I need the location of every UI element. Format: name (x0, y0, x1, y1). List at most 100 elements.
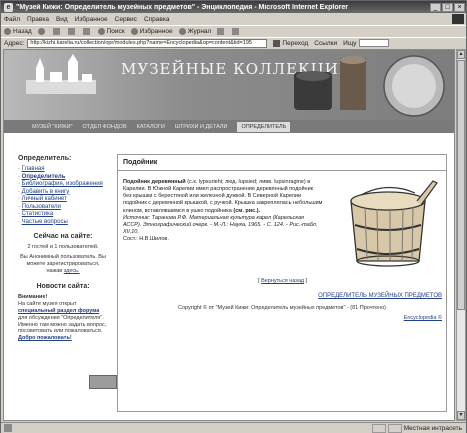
home-icon (82, 27, 90, 35)
kremlin-skyline-icon (26, 54, 96, 94)
star-icon (130, 27, 138, 35)
sidebar-item: · Библиография, изображения (18, 181, 103, 187)
sidebar-item: · Главная (18, 166, 45, 172)
anon-notice: Вы Анонимный пользователь. Вы можете зар… (20, 254, 106, 275)
printer-icon (232, 27, 240, 35)
vertical-scrollbar[interactable]: ▲ ▼ (456, 49, 466, 421)
status-segment (387, 423, 402, 433)
sidebar-menu: · Главная · Определитель · Библиография,… (18, 166, 108, 225)
search-button[interactable]: Поиск (97, 27, 125, 35)
scroll-up-icon[interactable]: ▲ (457, 50, 465, 59)
home-button[interactable] (82, 27, 92, 35)
sidebar-item: · Личный кабинет (18, 196, 67, 202)
menu-file[interactable]: Файл (4, 16, 20, 23)
menu-edit[interactable]: Правка (27, 16, 49, 23)
back-arrow-icon (4, 27, 11, 35)
article-source: Источник: Таранова Р.Ф. Материальная кул… (123, 214, 318, 235)
title-bar: e "Музей Кижи: Определитель музейных пре… (1, 1, 466, 13)
search-input[interactable] (359, 39, 390, 47)
window-title: "Музей Кижи: Определитель музейных предм… (16, 3, 348, 11)
sidebar-heading: Определитель: (18, 155, 72, 162)
sidebar-item: · Пользователи (18, 203, 61, 210)
nav-item-museum[interactable]: музей "кижи" (32, 124, 73, 130)
windows-flag-icon (452, 14, 464, 24)
minimize-button[interactable]: _ (430, 2, 441, 12)
status-bar: Местная интрасеть (1, 422, 466, 433)
article-term: Подойник деревянный (123, 179, 186, 185)
back-link[interactable]: Вернуться назад (261, 278, 304, 284)
encyclopedia-link[interactable]: Encyclopedia © (404, 315, 442, 321)
scroll-thumb[interactable] (457, 60, 465, 310)
search-icon (97, 27, 105, 35)
address-label: Адрес: (4, 39, 25, 47)
welcome-link[interactable]: Добро пожаловать! (18, 335, 72, 341)
print-button[interactable] (232, 27, 241, 35)
site-nav: музей "кижи" отдел фондов каталоги штрих… (4, 120, 454, 133)
search-box: Ищу (343, 39, 390, 47)
sidebar-link-bibliography[interactable]: Библиография, изображения (22, 181, 103, 187)
zone-label: Местная интрасеть (403, 424, 462, 432)
go-button[interactable]: Переход (273, 39, 308, 47)
browser-window: e "Музей Кижи: Определитель музейных пре… (0, 0, 467, 433)
stop-icon (52, 27, 60, 35)
article-author: Сост.: Н.В.Шилов. (123, 236, 169, 243)
figure-ref[interactable]: (см. рис.). (233, 208, 260, 214)
history-button[interactable]: Журнал (178, 27, 211, 35)
register-link[interactable]: здесь. (64, 268, 80, 274)
menu-view[interactable]: Вид (56, 16, 68, 23)
close-button[interactable]: × (454, 2, 465, 12)
sidebar-link-cabinet[interactable]: Личный кабинет (22, 196, 67, 202)
online-heading: Сейчас на сайте: (33, 232, 93, 240)
forward-arrow-icon (37, 27, 45, 35)
sidebar-link-determinant[interactable]: Определитель (22, 174, 66, 180)
security-zone: Местная интрасеть (371, 423, 462, 433)
history-icon (178, 27, 186, 35)
back-button[interactable]: Назад (4, 27, 32, 35)
stop-button[interactable] (52, 27, 62, 35)
counter-banner[interactable] (89, 375, 117, 389)
page-done-icon (4, 424, 12, 432)
refresh-button[interactable] (67, 27, 77, 35)
news-intro: Внимание! (18, 294, 48, 300)
favorites-button[interactable]: Избранное (130, 27, 173, 35)
mail-button[interactable] (217, 27, 226, 35)
links-button[interactable]: Ссылки (314, 40, 337, 47)
forward-button[interactable] (37, 27, 47, 35)
menu-help[interactable]: Справка (144, 16, 170, 23)
sidebar-item: · Частые вопросы (18, 218, 68, 225)
scroll-down-icon[interactable]: ▼ (457, 411, 465, 420)
news-heading: Новости сайта: (36, 283, 90, 290)
article-panel: Подойник Подойник деревянный (с.к. lypsu… (117, 154, 447, 412)
address-input[interactable]: http://kizhi.karelia.ru/collection/opr/m… (27, 38, 268, 48)
sidebar: Определитель: · Главная · Определитель ·… (18, 155, 108, 342)
maximize-button[interactable]: □ (442, 2, 453, 12)
address-bar: Адрес: http://kizhi.karelia.ru/collectio… (1, 37, 466, 48)
menu-tools[interactable]: Сервис (115, 16, 137, 23)
sidebar-link-stats[interactable]: Статистика (22, 211, 54, 217)
sidebar-item: · Определитель (18, 173, 66, 180)
sidebar-link-add[interactable]: Добавить в книгу (22, 189, 70, 195)
nav-item-details[interactable]: штрихи и детали (175, 124, 228, 130)
wooden-pail-image (350, 180, 438, 267)
site-header: МУЗЕЙНЫЕ КОЛЛЕКЦИИ (4, 50, 454, 120)
copyright-text: Copyright © от "Музей Кижи: Определитель… (177, 305, 387, 311)
sidebar-item: · Добавить в книгу (18, 188, 70, 195)
toolbar: Назад Поиск Избранное Журнал (1, 25, 466, 36)
menu-favorites[interactable]: Избранное (75, 16, 108, 23)
sidebar-link-faq[interactable]: Частые вопросы (22, 219, 68, 225)
sidebar-item: · Статистика (18, 211, 54, 217)
forum-link[interactable]: специальный раздел форума (18, 308, 99, 314)
nav-item-catalogs[interactable]: каталоги (137, 124, 165, 130)
determinant-link[interactable]: ОПРЕДЕЛИТЕЛЬ МУЗЕЙНЫХ ПРЕДМЕТОВ (318, 293, 442, 299)
page-viewport: МУЗЕЙНЫЕ КОЛЛЕКЦИИ музей "кижи" отдел фо… (3, 49, 455, 421)
article-body: Подойник деревянный (с.к. lypsuriehi; лю… (123, 179, 323, 243)
sidebar-link-home[interactable]: Главная (22, 166, 45, 172)
museum-objects-icon (294, 55, 445, 117)
nav-item-funds[interactable]: отдел фондов (83, 124, 127, 130)
article-title: Подойник (118, 155, 446, 171)
ie-icon: e (4, 2, 13, 12)
sidebar-link-users[interactable]: Пользователи (22, 204, 61, 210)
back-link-wrap: [ Вернуться назад ] (258, 278, 308, 284)
status-segment (371, 423, 386, 433)
nav-item-determinant[interactable]: определитель (237, 121, 291, 132)
